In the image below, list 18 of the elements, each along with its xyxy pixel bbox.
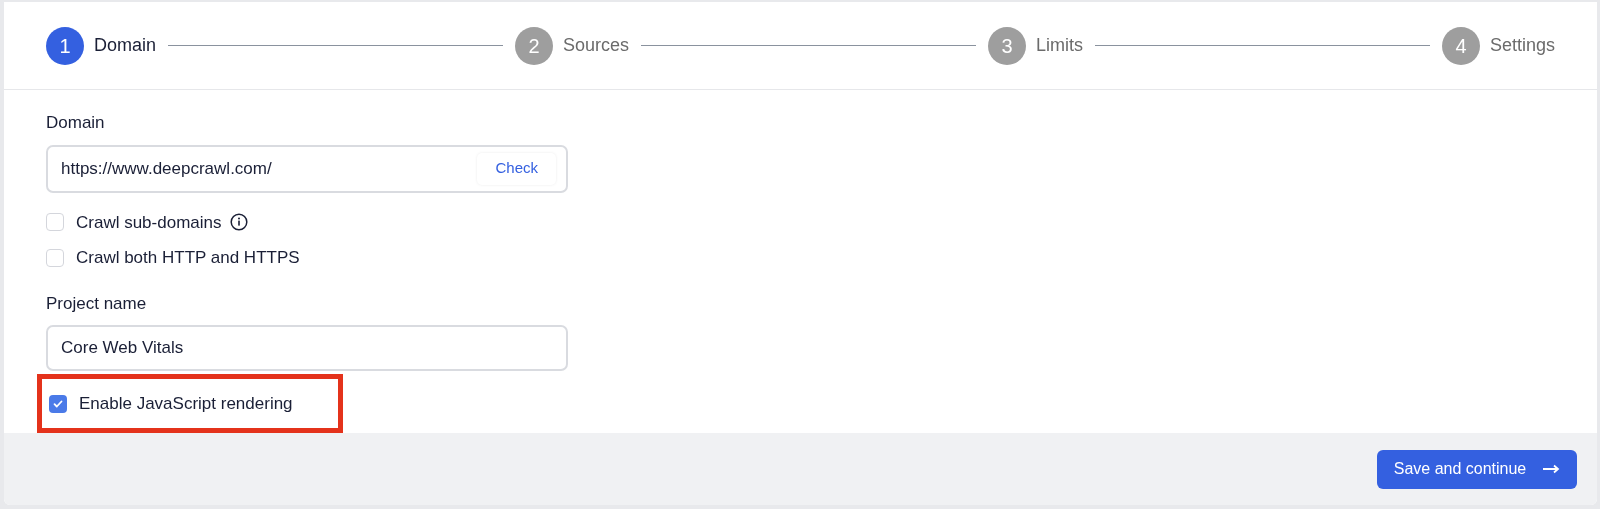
- field-label: Project name: [46, 292, 147, 315]
- step-tab[interactable]: 2 Sources: [515, 26, 630, 65]
- step-tab[interactable]: 3 Limits: [988, 26, 1083, 65]
- checkbox-label: Crawl sub-domains: [76, 211, 222, 234]
- step-tab[interactable]: 1 Domain: [46, 26, 157, 65]
- save-and-continue-button[interactable]: Save and continue: [1377, 449, 1577, 489]
- project-name-field[interactable]: Core Web Vitals: [46, 325, 568, 371]
- field-label: Domain: [46, 112, 105, 134]
- checkbox[interactable]: [46, 213, 64, 232]
- check-button[interactable]: Check: [477, 152, 556, 185]
- step-tab[interactable]: 4 Settings: [1441, 26, 1555, 65]
- checkbox[interactable]: [46, 248, 64, 267]
- checkbox[interactable]: [49, 394, 67, 413]
- checkbox-label: Crawl both HTTP and HTTPS: [76, 247, 300, 269]
- domain-field[interactable]: https://www.deepcrawl.com/ Check: [46, 144, 568, 193]
- arrow-right-icon: [1542, 464, 1561, 474]
- checkbox-label: Enable JavaScript rendering: [79, 392, 293, 415]
- info-icon[interactable]: [229, 213, 248, 232]
